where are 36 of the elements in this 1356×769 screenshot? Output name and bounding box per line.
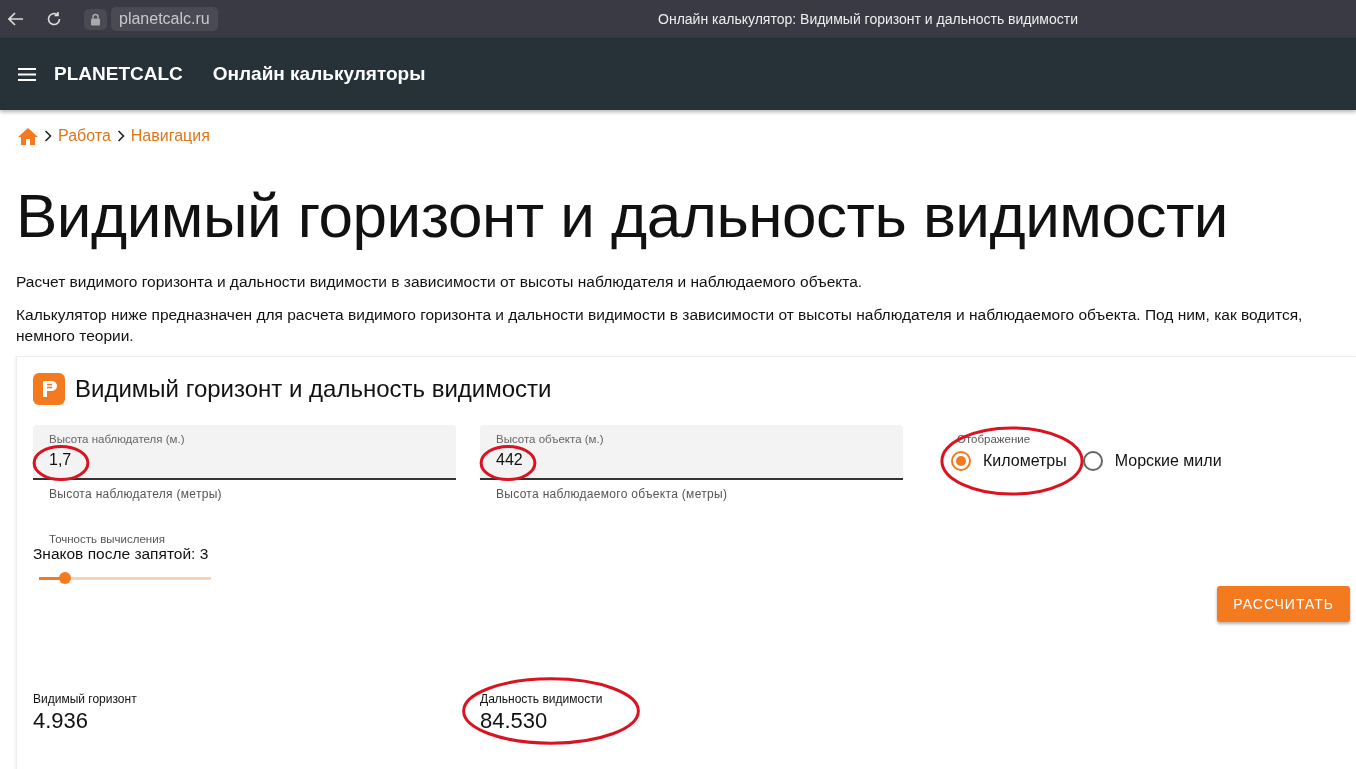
slider-reading: Знаков после запятой: 3 xyxy=(33,545,210,563)
calculator-title: Видимый горизонт и дальность видимости xyxy=(75,375,552,403)
field-value: 1,7 xyxy=(49,451,73,469)
site-logo[interactable]: PLANETCALC xyxy=(54,63,183,85)
slider-label: Точность вычисления xyxy=(49,533,166,545)
lock-icon xyxy=(90,12,101,26)
calculator-logo-icon xyxy=(33,373,65,405)
input-field[interactable]: Высота наблюдателя (м.) 1,7 xyxy=(33,425,456,480)
reload-icon[interactable] xyxy=(46,11,62,27)
description-text: Расчет видимого горизонта и дальности видимости в зависимости от высоты наблюдателя и наблюдаемого объекта. xyxy=(16,272,864,292)
chevron-icon xyxy=(116,130,125,142)
result-label: Видимый горизонт xyxy=(33,692,138,706)
result-value: 4.936 xyxy=(33,708,90,734)
field-hint: Высота наблюдаемого объекта (метры) xyxy=(496,487,729,501)
result-label: Дальность видимости xyxy=(480,692,604,706)
menu-icon[interactable] xyxy=(18,67,36,81)
chevron-icon xyxy=(44,130,52,142)
input-field[interactable]: Высота объекта (м.) 442 xyxy=(480,425,903,480)
window-title: Онлайн калькулятор: Видимый горизонт и дальность видимости xyxy=(658,11,1078,27)
radio-button[interactable] xyxy=(951,451,971,471)
address-bar[interactable]: planetcalc.ru xyxy=(111,7,218,31)
result-value: 84.530 xyxy=(480,708,549,734)
radio-label[interactable]: Километры xyxy=(983,452,1067,470)
header-title[interactable]: Онлайн калькуляторы xyxy=(212,63,426,85)
field-hint: Высота наблюдателя (метры) xyxy=(49,487,223,501)
home-icon[interactable] xyxy=(18,127,38,145)
description-text: Калькулятор ниже предназначен для расчета видимого горизонта и дальности видимости в зависимости от высоты наблюдателя и наблюдаемого объекта. Под ним, как водится, немного теории. xyxy=(16,305,1304,346)
field-label: Высота наблюдателя (м.) xyxy=(49,433,186,445)
field-label: Высота объекта (м.) xyxy=(496,433,605,445)
radio-button[interactable] xyxy=(1082,451,1103,471)
back-icon[interactable] xyxy=(8,12,24,26)
radio-label[interactable]: Морские мили xyxy=(1114,452,1222,470)
field-value: 442 xyxy=(496,451,524,469)
page-title: Видимый горизонт и дальность видимости xyxy=(16,180,1229,251)
slider-thumb[interactable] xyxy=(58,572,71,584)
radio-group-label: Отображение xyxy=(957,433,1032,445)
